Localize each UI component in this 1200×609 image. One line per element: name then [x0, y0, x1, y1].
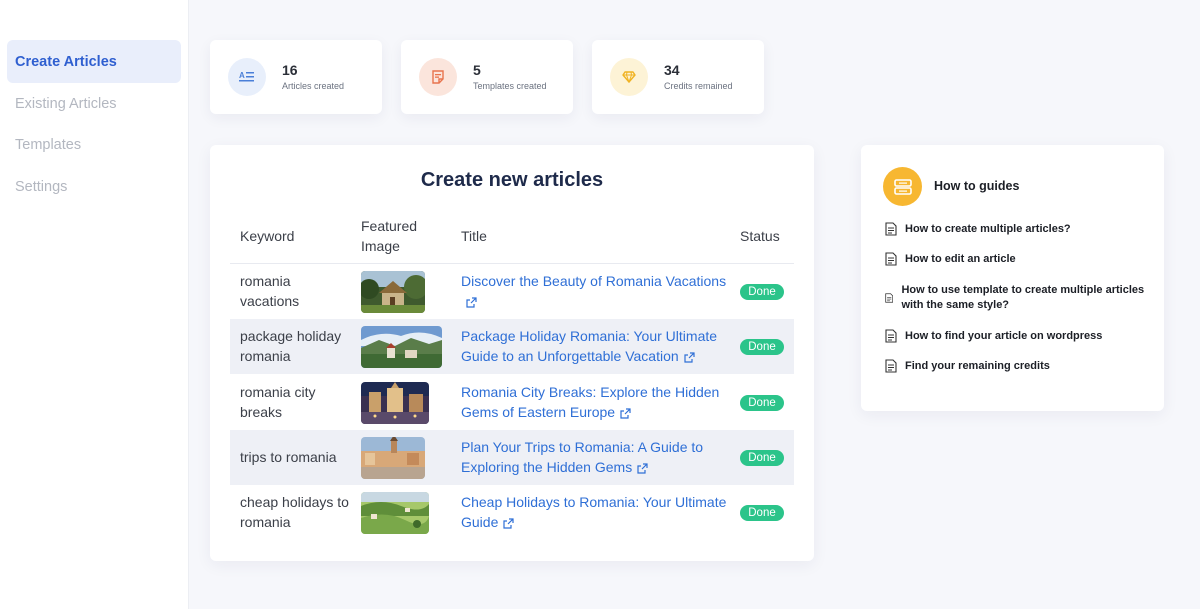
external-link-icon — [684, 352, 695, 363]
create-articles-card: Create new articles Keyword Featured Ima… — [210, 145, 814, 561]
row-keyword: romania vacations — [240, 273, 300, 309]
status-badge: Done — [740, 395, 784, 411]
table-row: romania city breaks Romania City Breaks:… — [230, 375, 794, 430]
document-icon — [885, 329, 897, 343]
guide-link-remaining-credits[interactable]: Find your remaining credits — [885, 359, 1150, 374]
external-link-icon — [503, 518, 514, 529]
featured-image-mountain-town — [361, 326, 442, 368]
article-title-link[interactable]: Romania City Breaks: Explore the Hidden … — [461, 382, 731, 422]
article-title-link[interactable]: Plan Your Trips to Romania: A Guide to E… — [461, 437, 731, 477]
article-title-link[interactable]: Cheap Holidays to Romania: Your Ultimate… — [461, 492, 731, 532]
stat-card-credits: 34 Credits remained — [592, 40, 764, 114]
stat-card-articles: A 16 Articles created — [210, 40, 382, 114]
guide-link-find-article[interactable]: How to find your article on wordpress — [885, 329, 1150, 344]
featured-image-village-house — [361, 271, 425, 313]
column-header-featured-image: Featured Image — [361, 216, 417, 256]
external-link-icon — [620, 408, 631, 419]
document-icon — [885, 222, 897, 236]
guides-title: How to guides — [934, 179, 1020, 193]
article-icon: A — [228, 58, 266, 96]
featured-image-city-night — [361, 382, 429, 424]
column-header-line: Image — [361, 238, 400, 254]
stat-label: Articles created — [282, 81, 345, 91]
article-title: Cheap Holidays to Romania: Your Ultimate… — [461, 494, 727, 530]
guide-label: How to use template to create multiple a… — [901, 284, 1145, 311]
document-icon — [885, 359, 897, 373]
sidebar-item-label: Settings — [15, 178, 68, 195]
article-title: Package Holiday Romania: Your Ultimate G… — [461, 328, 718, 364]
stat-value: 16 — [282, 62, 298, 78]
row-keyword: trips to romania — [240, 449, 337, 465]
column-header-keyword: Keyword — [240, 228, 295, 244]
column-header-title: Title — [461, 228, 487, 244]
document-icon — [885, 293, 894, 303]
status-badge: Done — [740, 450, 784, 466]
status-badge: Done — [740, 339, 784, 355]
column-header-line: Featured — [361, 218, 418, 234]
diamond-icon — [610, 58, 648, 96]
row-keyword: package holiday romania — [240, 328, 342, 364]
table-row: romania vacations Discover the Beauty of… — [230, 264, 794, 319]
guide-link-edit-article[interactable]: How to edit an article — [885, 252, 1150, 267]
guide-link-use-template[interactable]: How to use template to create multiple a… — [885, 283, 1150, 313]
sidebar-item-settings[interactable]: Settings — [7, 165, 181, 208]
sidebar-item-templates[interactable]: Templates — [7, 123, 181, 166]
featured-image-green-hills — [361, 492, 429, 534]
column-header-status: Status — [740, 228, 780, 244]
article-title: Discover the Beauty of Romania Vacations — [461, 273, 727, 289]
stat-value: 5 — [473, 62, 481, 78]
external-link-icon — [466, 297, 477, 308]
page-title: Create new articles — [420, 169, 604, 191]
article-title: Romania City Breaks: Explore the Hidden … — [461, 384, 720, 420]
table-row: cheap holidays to romania Cheap Holidays… — [230, 485, 794, 540]
row-keyword: cheap holidays to romania — [240, 494, 349, 530]
template-icon — [419, 58, 457, 96]
stat-label: Templates created — [473, 81, 547, 91]
status-badge: Done — [740, 505, 784, 521]
article-title-link[interactable]: Discover the Beauty of Romania Vacations — [461, 271, 731, 311]
external-link-icon — [637, 463, 648, 474]
guide-label: How to create multiple articles? — [905, 223, 1071, 235]
featured-image-town-square — [361, 437, 425, 479]
sidebar-item-label: Templates — [15, 136, 82, 153]
svg-text:A: A — [239, 71, 245, 80]
table-row: trips to romania Plan Your Trips to Roma… — [230, 430, 794, 485]
stat-value: 34 — [664, 62, 680, 78]
sidebar: Create Articles Existing Articles Templa… — [0, 0, 189, 609]
status-badge: Done — [740, 284, 784, 300]
article-title: Plan Your Trips to Romania: A Guide to E… — [461, 439, 704, 475]
sidebar-item-existing-articles[interactable]: Existing Articles — [7, 82, 181, 125]
how-to-guides-card: How to guides How to create multiple art… — [861, 145, 1164, 411]
row-keyword: romania city breaks — [240, 384, 316, 420]
sidebar-item-create-articles[interactable]: Create Articles — [7, 40, 181, 83]
sidebar-item-label: Create Articles — [15, 53, 117, 70]
guides-icon — [883, 167, 922, 206]
document-icon — [885, 252, 897, 266]
stat-card-templates: 5 Templates created — [401, 40, 573, 114]
table-row: package holiday romania Package Holiday … — [230, 319, 794, 374]
guide-label: How to find your article on wordpress — [905, 330, 1103, 342]
article-title-link[interactable]: Package Holiday Romania: Your Ultimate G… — [461, 326, 731, 366]
guide-label: Find your remaining credits — [905, 360, 1050, 372]
stat-label: Credits remained — [664, 81, 733, 91]
guide-label: How to edit an article — [905, 253, 1016, 265]
guide-link-create-multiple[interactable]: How to create multiple articles? — [885, 222, 1150, 237]
sidebar-item-label: Existing Articles — [15, 95, 117, 112]
